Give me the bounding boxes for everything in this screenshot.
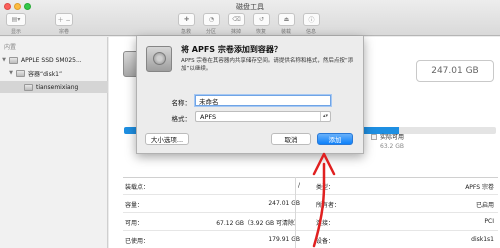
sidebar-toggle-button[interactable]: ▤▾ bbox=[6, 13, 26, 26]
add-button[interactable]: 添加 bbox=[317, 133, 353, 145]
cancel-button[interactable]: 取消 bbox=[271, 133, 311, 145]
disk-utility-disk-icon bbox=[146, 46, 172, 72]
toolbar-label-volume: 宗卷 bbox=[58, 29, 69, 35]
capacity-display: 247.01 GB bbox=[416, 60, 494, 82]
info-value: PCI bbox=[484, 218, 494, 225]
mount-icon: ⏏ bbox=[283, 16, 290, 23]
partition-button[interactable]: ◔ bbox=[203, 13, 220, 26]
dialog-description: APFS 宗卷在其容器内共享储存空间。请提供名称和格式，然后点按“添加”以继续。 bbox=[181, 58, 354, 72]
container-icon bbox=[16, 69, 25, 77]
sidebar-item-apple-ssd[interactable]: ▼ APPLE SSD SM025... bbox=[0, 54, 108, 66]
mount-button[interactable]: ⏏ bbox=[278, 13, 295, 26]
add-volume-dialog: 将 APFS 宗卷添加到容器？ APFS 宗卷在其容器内共享储存空间。请提供名称… bbox=[136, 36, 364, 154]
volume-name-input[interactable] bbox=[195, 95, 331, 106]
sidebar: 内置 ▼ APPLE SSD SM025... ▼ 容器“disk1” tian… bbox=[0, 37, 108, 248]
erase-icon: ⌫ bbox=[232, 16, 241, 23]
first-aid-button[interactable]: ✚ bbox=[178, 13, 195, 26]
info-button[interactable]: ⓘ bbox=[303, 13, 320, 26]
available-swatch bbox=[371, 133, 377, 140]
annotation-arrow-icon bbox=[312, 152, 336, 248]
disk-icon bbox=[9, 56, 18, 64]
info-label: 可用： bbox=[125, 220, 144, 227]
info-value: 67.12 GB（3.92 GB 可清除） bbox=[216, 220, 300, 227]
name-label: 名称： bbox=[171, 99, 192, 107]
table-divider bbox=[295, 177, 296, 248]
info-value: 已启用 bbox=[475, 202, 494, 209]
restore-icon: ↺ bbox=[258, 16, 265, 23]
sidebar-item-tiansemixiang[interactable]: tiansemixiang bbox=[0, 81, 108, 93]
chevron-updown-icon: ▴▾ bbox=[320, 112, 330, 121]
erase-button[interactable]: ⌫ bbox=[228, 13, 245, 26]
sidebar-item-label: 容器“disk1” bbox=[28, 70, 63, 78]
disclosure-triangle-icon[interactable]: ▼ bbox=[1, 57, 7, 63]
format-label: 格式： bbox=[171, 115, 192, 123]
dialog-title: 将 APFS 宗卷添加到容器？ bbox=[181, 45, 282, 54]
info-label: 装载点： bbox=[125, 184, 150, 191]
info-value: APFS 宗卷 bbox=[465, 184, 494, 191]
window-title: 磁盘工具 bbox=[236, 3, 264, 11]
restore-button[interactable]: ↺ bbox=[253, 13, 270, 26]
toolbar-label-show: 显示 bbox=[10, 29, 21, 35]
sidebar-item-container-disk1[interactable]: ▼ 容器“disk1” bbox=[0, 67, 108, 79]
volume-icon: ＋ − bbox=[57, 17, 71, 24]
info-value: disk1s1 bbox=[471, 236, 494, 243]
available-value: 63.2 GB bbox=[380, 143, 405, 150]
sidebar-icon: ▤▾ bbox=[11, 16, 21, 23]
available-label: 实际可用 bbox=[380, 134, 405, 141]
toolbar-label-info: 信息 bbox=[305, 29, 316, 35]
volume-disk-icon bbox=[24, 83, 33, 91]
size-options-button[interactable]: 大小选项... bbox=[145, 133, 189, 145]
toolbar: 磁盘工具 ▤▾ 显示 ＋ − 宗卷 ✚ 急救 ◔ 分区 ⌫ 抹掉 ↺ 恢复 ⏏ … bbox=[0, 0, 500, 36]
format-selected-value: APFS bbox=[200, 113, 217, 121]
volume-button[interactable]: ＋ − bbox=[55, 13, 73, 26]
format-select[interactable]: APFS ▴▾ bbox=[195, 111, 331, 122]
first-aid-icon: ✚ bbox=[183, 16, 190, 23]
sidebar-section-internal: 内置 bbox=[4, 44, 17, 51]
info-label: 容量： bbox=[125, 202, 144, 209]
info-icon: ⓘ bbox=[308, 17, 315, 24]
partition-icon: ◔ bbox=[208, 16, 215, 23]
disclosure-triangle-icon[interactable]: ▼ bbox=[8, 70, 14, 76]
info-label: 已使用： bbox=[125, 238, 150, 245]
available-legend: 实际可用 63.2 GB bbox=[371, 132, 404, 150]
sidebar-item-label: APPLE SSD SM025... bbox=[21, 56, 82, 64]
sidebar-item-label: tiansemixiang bbox=[36, 83, 79, 91]
